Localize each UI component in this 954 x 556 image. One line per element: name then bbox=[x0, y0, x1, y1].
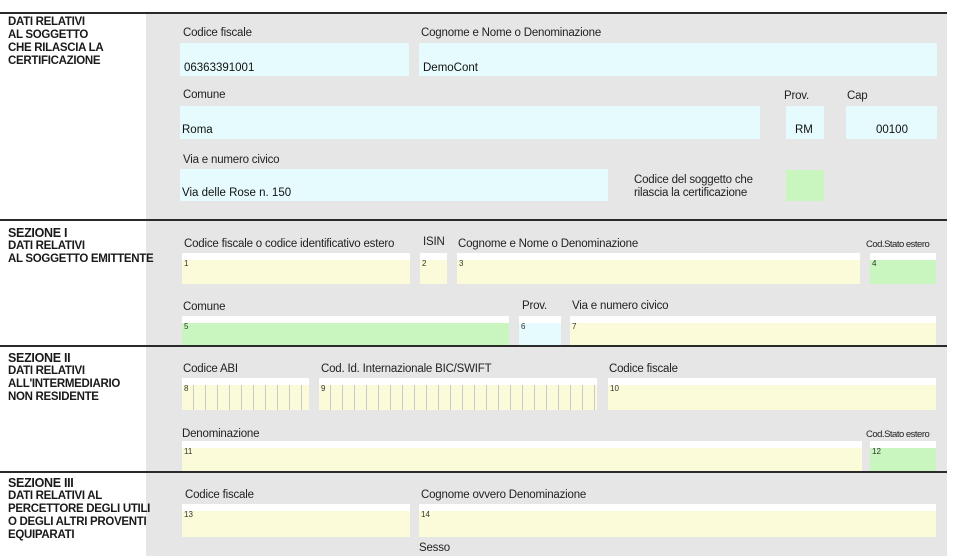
codice-fiscale-value: 06363391001 bbox=[184, 62, 255, 74]
comune-label: Comune bbox=[183, 89, 226, 101]
field-6[interactable]: 6 bbox=[519, 316, 561, 346]
field-10[interactable]: 10 bbox=[608, 378, 936, 410]
cap-value: 00100 bbox=[876, 124, 908, 136]
cap-label: Cap bbox=[847, 90, 868, 102]
title-line: SEZIONE II bbox=[8, 351, 71, 365]
field-4[interactable]: 4 bbox=[870, 253, 936, 284]
field-7[interactable]: 7 bbox=[570, 316, 936, 346]
codice-soggetto-field[interactable] bbox=[786, 170, 824, 201]
cod-stato-estero-label: Cod.Stato estero bbox=[866, 429, 930, 440]
title-line: DATI RELATIVI AL bbox=[8, 490, 103, 502]
cod-stato-estero-label: Cod.Stato estero bbox=[866, 239, 930, 250]
field-number: 7 bbox=[572, 322, 577, 331]
prov-label: Prov. bbox=[522, 300, 547, 312]
title-line: CERTIFICAZIONE bbox=[8, 55, 101, 67]
cognome-nome-label: Cognome e Nome o Denominazione bbox=[458, 238, 639, 250]
title-line: DATI RELATIVI bbox=[8, 16, 85, 28]
field-number: 8 bbox=[184, 384, 189, 393]
codice-fiscale-estero-label: Codice fiscale o codice identificativo e… bbox=[184, 238, 395, 250]
title-line: DATI RELATIVI bbox=[8, 365, 85, 377]
via-value: Via delle Rose n. 150 bbox=[182, 187, 292, 199]
codice-fiscale-label: Codice fiscale bbox=[185, 489, 254, 501]
top-section-title: DATI RELATIVI AL SOGGETTO CHE RILASCIA L… bbox=[8, 16, 104, 68]
title-line: SEZIONE I bbox=[8, 226, 68, 240]
field-number: 2 bbox=[422, 259, 427, 268]
codice-fiscale-label: Codice fiscale bbox=[609, 363, 678, 375]
title-line: EQUIPARATI bbox=[8, 529, 75, 541]
codice-fiscale-field[interactable]: 06363391001 bbox=[180, 43, 409, 76]
codice-soggetto-label: Codice del soggetto che rilascia la cert… bbox=[634, 174, 753, 200]
cognome-nome-field[interactable]: DemoCont bbox=[419, 43, 937, 76]
field-5[interactable]: 5 bbox=[182, 316, 509, 346]
field-9-bic[interactable]: 9 bbox=[319, 378, 597, 410]
cognome-nome-value: DemoCont bbox=[423, 62, 478, 74]
denominazione-label: Denominazione bbox=[182, 428, 260, 440]
field-11[interactable]: 11 bbox=[182, 441, 862, 471]
via-field[interactable]: Via delle Rose n. 150 bbox=[180, 169, 608, 201]
cognome-nome-label: Cognome e Nome o Denominazione bbox=[421, 27, 602, 39]
sezione3-title: SEZIONE III DATI RELATIVI AL PERCETTORE … bbox=[8, 477, 150, 542]
field-number: 6 bbox=[521, 322, 526, 331]
title-line: CHE RILASCIA LA bbox=[8, 42, 104, 54]
prov-field[interactable]: RM bbox=[786, 106, 824, 139]
field-number: 5 bbox=[184, 322, 189, 331]
comune-label: Comune bbox=[183, 301, 226, 313]
field-number: 3 bbox=[459, 259, 464, 268]
title-line: NON RESIDENTE bbox=[8, 391, 99, 403]
title-line: SEZIONE III bbox=[8, 476, 74, 490]
cap-field[interactable]: 00100 bbox=[846, 106, 937, 139]
field-number: 13 bbox=[184, 510, 193, 519]
title-line: O DEGLI ALTRI PROVENTI bbox=[8, 516, 147, 528]
prov-value: RM bbox=[795, 124, 813, 136]
field-number: 10 bbox=[610, 384, 619, 393]
field-2-isin[interactable]: 2 bbox=[420, 253, 447, 284]
comune-field[interactable]: Roma bbox=[180, 106, 760, 139]
title-line: ALL'INTERMEDIARIO bbox=[8, 378, 120, 390]
field-14[interactable]: 14 bbox=[419, 504, 936, 537]
label-line: rilascia la certificazione bbox=[634, 187, 748, 199]
field-number: 11 bbox=[184, 447, 193, 456]
field-number: 9 bbox=[321, 384, 326, 393]
title-line: AL SOGGETTO EMITTENTE bbox=[8, 253, 154, 265]
comune-value: Roma bbox=[182, 124, 213, 136]
sesso-label: Sesso bbox=[419, 542, 450, 554]
field-1[interactable]: 1 bbox=[182, 253, 410, 284]
bic-label: Cod. Id. Internazionale BIC/SWIFT bbox=[321, 363, 492, 375]
label-line: Codice del soggetto che bbox=[634, 174, 753, 186]
field-number: 12 bbox=[872, 447, 881, 456]
title-line: AL SOGGETTO bbox=[8, 29, 88, 41]
abi-label: Codice ABI bbox=[183, 363, 238, 375]
field-number: 14 bbox=[421, 510, 430, 519]
field-12[interactable]: 12 bbox=[870, 441, 936, 471]
sezione2-title: SEZIONE II DATI RELATIVI ALL'INTERMEDIAR… bbox=[8, 352, 120, 404]
cognome-label: Cognome ovvero Denominazione bbox=[421, 489, 587, 501]
title-line: PERCETTORE DEGLI UTILI bbox=[8, 503, 151, 515]
via-label: Via e numero civico bbox=[572, 300, 669, 312]
codice-fiscale-label: Codice fiscale bbox=[183, 27, 252, 39]
via-label: Via e numero civico bbox=[183, 154, 280, 166]
field-3[interactable]: 3 bbox=[457, 253, 860, 284]
sezione1-title: SEZIONE I DATI RELATIVI AL SOGGETTO EMIT… bbox=[8, 226, 154, 266]
prov-label: Prov. bbox=[784, 90, 809, 102]
isin-label: ISIN bbox=[423, 236, 445, 248]
title-line: DATI RELATIVI bbox=[8, 240, 85, 252]
field-number: 4 bbox=[872, 259, 877, 268]
field-number: 1 bbox=[184, 259, 189, 268]
field-13[interactable]: 13 bbox=[182, 504, 410, 537]
field-8-abi[interactable]: 8 bbox=[182, 378, 309, 410]
